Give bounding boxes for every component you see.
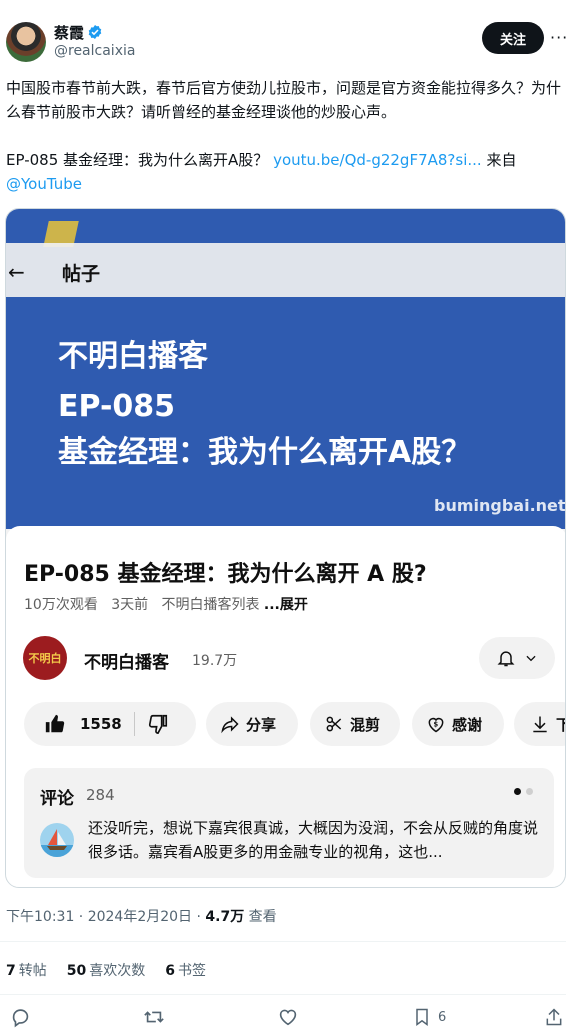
- bookmark-button[interactable]: 6: [412, 1006, 446, 1028]
- video-title-text: EP-085 基金经理：我为什么离开A股？: [6, 151, 269, 169]
- sailboat-icon: [40, 829, 74, 857]
- video-caption-show: 不明白播客: [58, 339, 208, 374]
- youtube-details-panel: EP-085 基金经理：我为什么离开 A 股? 10万次观看 3天前 不明白播客…: [6, 526, 565, 887]
- like-count: 1558: [80, 715, 122, 733]
- more-options-icon[interactable]: ···: [550, 28, 566, 47]
- bell-icon: [497, 651, 515, 667]
- carousel-dot-active: [514, 788, 521, 795]
- youtube-video-title: EP-085 基金经理：我为什么离开 A 股?: [24, 562, 427, 587]
- from-label: 来自: [486, 151, 517, 169]
- like-button[interactable]: [277, 1006, 299, 1028]
- expand-link: ...展开: [263, 597, 308, 613]
- tweet-text-line2: EP-085 基金经理：我为什么离开A股？ youtu.be/Qd-g22gF7…: [6, 148, 562, 196]
- tweet-time: 下午10:31 · 2024年2月20日 ·: [6, 909, 206, 925]
- reply-icon: [12, 1009, 29, 1028]
- author-handle[interactable]: @realcaixia: [54, 43, 135, 59]
- notification-button: [479, 637, 555, 679]
- youtube-video-meta: 10万次观看 3天前 不明白播客列表 ...展开: [24, 594, 308, 614]
- follow-button[interactable]: 关注: [482, 22, 544, 54]
- video-caption-title: 基金经理：我为什么离开A股？: [58, 435, 472, 470]
- comments-heading: 评论: [40, 789, 74, 809]
- download-button: 下: [514, 702, 565, 746]
- bookmark-stat[interactable]: 6 书签: [165, 960, 206, 980]
- like-divider: [133, 712, 135, 736]
- download-label: 下: [556, 714, 565, 735]
- video-watermark: bumingbai.net: [434, 496, 566, 515]
- upload-button[interactable]: [544, 1006, 564, 1028]
- back-arrow-icon: ←: [8, 260, 25, 284]
- engagement-stats: 7 转帖 50 喜欢次数 6 书签: [6, 960, 206, 980]
- divider: [0, 994, 566, 995]
- post-header-bar: ← 帖子: [6, 243, 565, 297]
- post-header-title: 帖子: [62, 263, 101, 285]
- comments-count: 284: [86, 786, 115, 804]
- view-count: 10万次观看: [24, 597, 98, 613]
- remix-label: 混剪: [350, 715, 381, 734]
- retweet-button[interactable]: [143, 1006, 165, 1028]
- like-dislike-button: 1558: [24, 702, 196, 746]
- tweet-timestamp[interactable]: 下午10:31 · 2024年2月20日 · 4.7万 查看: [6, 906, 277, 926]
- remix-icon: [326, 716, 342, 732]
- video-caption-episode: EP-085: [58, 389, 176, 424]
- upload-age: 3天前: [111, 597, 149, 613]
- commenter-avatar: [40, 823, 74, 857]
- svg-text:$: $: [434, 721, 439, 729]
- tweet-views-label: 查看: [244, 909, 277, 925]
- retweet-stat[interactable]: 7 转帖: [6, 960, 47, 980]
- bookmark-icon: [416, 1008, 428, 1026]
- share-label: 分享: [246, 715, 277, 734]
- download-icon: [533, 716, 547, 733]
- attached-image[interactable]: ← 帖子 不明白播客 EP-085 基金经理：我为什么离开A股？ bumingb…: [5, 208, 566, 888]
- thumbs-down-icon: [148, 714, 167, 734]
- thanks-button: $ 感谢: [412, 702, 504, 746]
- bookmark-count: 6: [438, 1009, 447, 1025]
- thumbs-up-icon: [45, 714, 65, 733]
- author-name[interactable]: 蔡霞: [54, 22, 84, 43]
- like-stat[interactable]: 50 喜欢次数: [67, 960, 145, 980]
- channel-avatar: 不明白: [23, 636, 67, 680]
- verified-icon: [88, 25, 102, 39]
- thanks-label: 感谢: [452, 715, 483, 734]
- thanks-icon: $: [428, 717, 444, 733]
- chevron-down-icon: [526, 655, 536, 662]
- retweet-icon: [144, 1011, 164, 1023]
- youtube-link[interactable]: youtu.be/Qd-g22gF7A8?si...: [273, 151, 482, 169]
- subscriber-count: 19.7万: [192, 653, 238, 669]
- action-bar: 6: [0, 1004, 566, 1032]
- tweet-views: 4.7万: [205, 909, 245, 925]
- video-thumbnail: ← 帖子 不明白播客 EP-085 基金经理：我为什么离开A股？ bumingb…: [6, 209, 566, 529]
- carousel-dot: [526, 788, 533, 795]
- remix-button: 混剪: [310, 702, 400, 746]
- comments-section: 评论 284 还没听完，想说下嘉宾很真诚，大概因为没润，不会从反贼的角度说很多话…: [24, 768, 554, 878]
- top-comment-text: 还没听完，想说下嘉宾很真诚，大概因为没润，不会从反贼的角度说很多话。嘉宾看A股更…: [88, 819, 539, 861]
- youtube-mention[interactable]: @YouTube: [6, 175, 82, 193]
- tweet-text: 中国股市春节前大跌，春节后官方使劲儿拉股市，问题是官方资金能拉得多久？为什么春节…: [6, 79, 562, 121]
- upload-icon: [546, 1008, 562, 1026]
- playlist-name: 不明白播客列表: [161, 597, 260, 613]
- share-button: 分享: [206, 702, 298, 746]
- channel-name: 不明白播客: [84, 653, 169, 673]
- author-avatar[interactable]: [6, 22, 46, 62]
- like-icon: [279, 1009, 297, 1026]
- divider: [0, 941, 566, 942]
- reply-button[interactable]: [10, 1006, 32, 1028]
- share-icon: [221, 716, 239, 734]
